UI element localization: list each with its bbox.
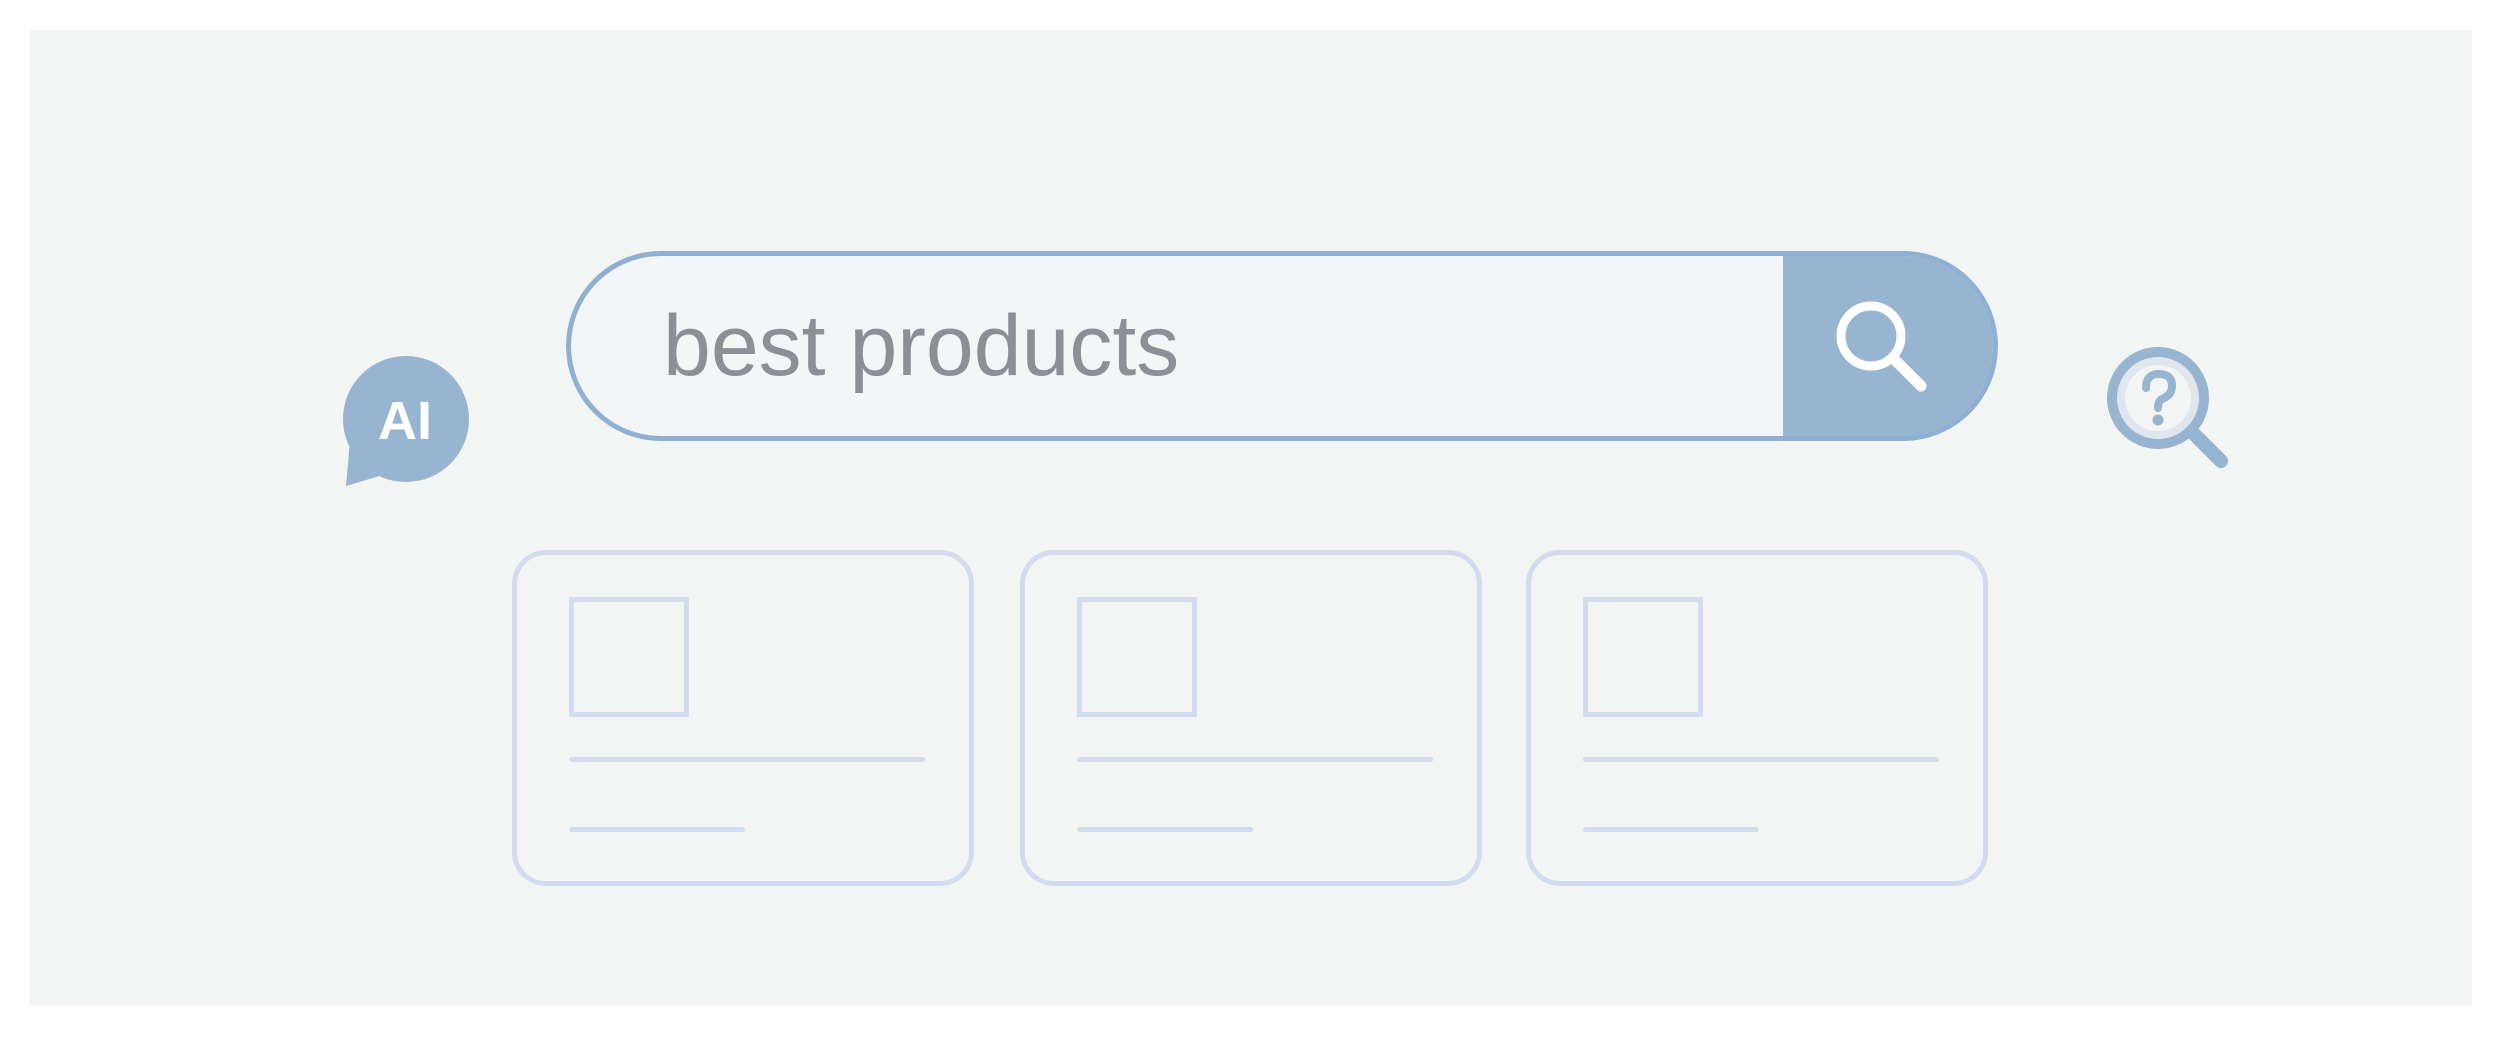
search-page: AI bbox=[30, 30, 2472, 1006]
search-input[interactable] bbox=[571, 256, 1793, 436]
result-card[interactable] bbox=[1020, 550, 1482, 886]
title-placeholder-line bbox=[1077, 757, 1433, 762]
subtitle-placeholder-line bbox=[1077, 827, 1253, 832]
ai-label: AI bbox=[378, 391, 432, 451]
help-search-button[interactable] bbox=[2100, 340, 2240, 480]
search-button[interactable] bbox=[1783, 256, 1993, 436]
image-placeholder bbox=[1077, 597, 1197, 717]
question-magnifier-icon bbox=[2107, 347, 2228, 468]
image-placeholder bbox=[1583, 597, 1703, 717]
ai-assistant-button[interactable]: AI bbox=[340, 356, 470, 491]
image-placeholder bbox=[569, 597, 689, 717]
title-placeholder-line bbox=[1583, 757, 1939, 762]
subtitle-placeholder-line bbox=[1583, 827, 1759, 832]
search-bar bbox=[566, 251, 1998, 441]
search-icon bbox=[1836, 301, 1927, 392]
result-card[interactable] bbox=[512, 550, 974, 886]
result-card[interactable] bbox=[1526, 550, 1988, 886]
title-placeholder-line bbox=[569, 757, 925, 762]
subtitle-placeholder-line bbox=[569, 827, 745, 832]
